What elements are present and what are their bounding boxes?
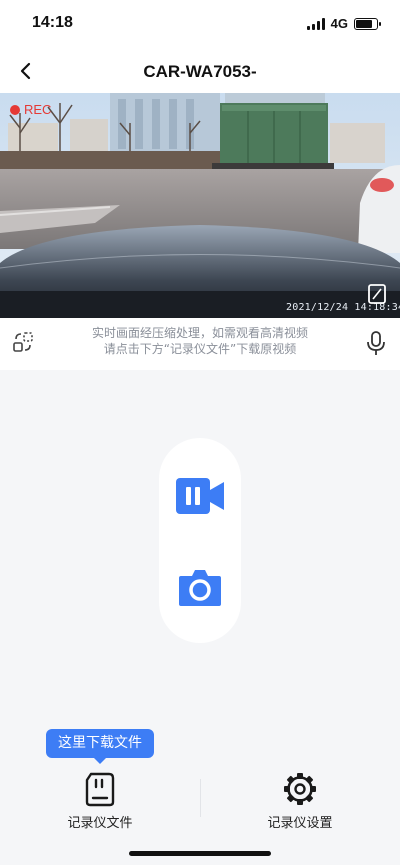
- tab-label: 记录仪文件: [67, 816, 133, 831]
- video-pause-icon[interactable]: [175, 474, 225, 518]
- capture-controls: [159, 438, 241, 643]
- nav-bar: CAR-WA7053-: [0, 50, 400, 93]
- notice-line-2: 请点击下方“记录仪文件”下载原视频: [103, 342, 297, 356]
- battery-icon: [354, 17, 381, 30]
- rec-label: REC: [24, 102, 52, 117]
- battery-level: [356, 19, 372, 28]
- video-frame: [0, 93, 400, 318]
- camera-icon[interactable]: [175, 566, 225, 610]
- compression-notice: 实时画面经压缩处理，如需观看高清视频 请点击下方“记录仪文件”下载原视频: [60, 325, 340, 357]
- tab-recorder-files[interactable]: 记录仪文件: [40, 765, 160, 831]
- notice-line-1: 实时画面经压缩处理，如需观看高清视频: [91, 326, 308, 340]
- home-indicator: [129, 851, 271, 856]
- status-bar: 14:18 4G: [0, 0, 400, 50]
- info-strip: 实时画面经压缩处理，如需观看高清视频 请点击下方“记录仪文件”下载原视频: [0, 318, 400, 370]
- rotate-icon[interactable]: [12, 331, 34, 353]
- tab-divider: [200, 779, 201, 817]
- rec-dot: [10, 104, 20, 115]
- microphone-icon[interactable]: [366, 330, 386, 356]
- live-video-view[interactable]: REC 2021/12/24 14:18:34: [0, 93, 400, 318]
- tab-recorder-settings[interactable]: 记录仪设置: [240, 765, 360, 831]
- bottom-bar: 记录仪文件 记录仪设置: [0, 765, 400, 865]
- fullscreen-icon[interactable]: [366, 283, 388, 305]
- network-type: 4G: [330, 16, 348, 31]
- status-time: 14:18: [32, 14, 73, 31]
- tab-label: 记录仪设置: [267, 816, 333, 831]
- page-title: CAR-WA7053-: [143, 62, 257, 81]
- download-tooltip: 这里下载文件: [46, 729, 154, 764]
- sd-card-icon: [85, 772, 115, 807]
- rec-indicator: REC: [10, 102, 51, 117]
- status-indicators: 4G: [306, 16, 381, 31]
- signal-icon: [306, 17, 325, 30]
- gear-icon: [284, 773, 316, 805]
